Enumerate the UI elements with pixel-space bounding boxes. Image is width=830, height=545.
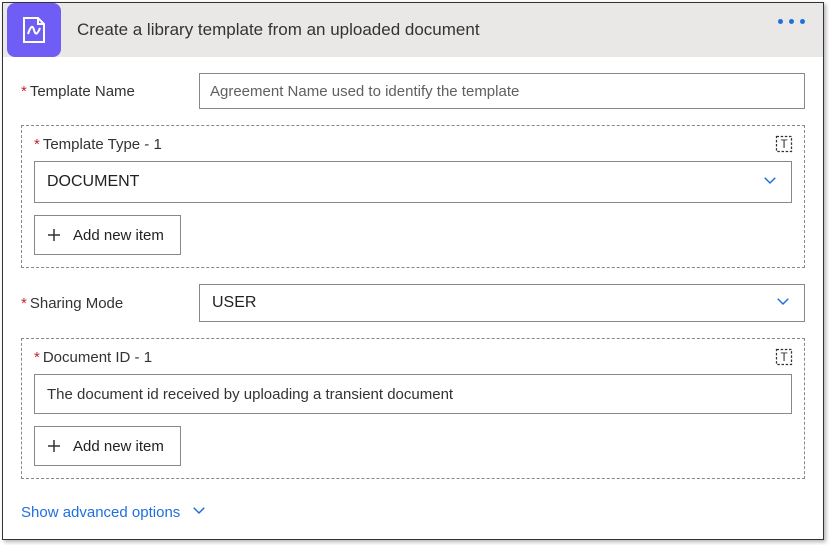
template-name-label: *Template Name: [21, 83, 199, 100]
chevron-down-icon: [190, 501, 208, 523]
sharing-mode-value: USER: [212, 294, 256, 312]
action-card: Create a library template from an upload…: [2, 2, 824, 540]
adobe-acrobat-icon: [7, 3, 61, 57]
sharing-mode-label: *Sharing Mode: [21, 295, 199, 312]
collapse-array-icon[interactable]: T: [774, 134, 794, 159]
more-options-icon[interactable]: [778, 19, 805, 24]
template-type-value: DOCUMENT: [47, 173, 139, 191]
sharing-mode-row: *Sharing Mode USER: [21, 284, 805, 322]
document-id-label: *Document ID - 1: [34, 349, 792, 366]
template-name-input[interactable]: [199, 73, 805, 109]
required-asterisk: *: [21, 83, 27, 100]
document-id-group: *Document ID - 1 T The document id recei…: [21, 338, 805, 479]
collapse-array-icon[interactable]: T: [774, 347, 794, 372]
plus-icon: [45, 437, 63, 455]
template-name-row: *Template Name: [21, 73, 805, 109]
required-asterisk: *: [34, 349, 40, 366]
svg-text:T: T: [780, 351, 787, 364]
add-template-type-button[interactable]: Add new item: [34, 215, 181, 255]
show-advanced-options-link[interactable]: Show advanced options: [21, 501, 208, 523]
card-title: Create a library template from an upload…: [77, 20, 480, 40]
chevron-down-icon: [761, 171, 779, 194]
template-type-select[interactable]: DOCUMENT: [34, 161, 792, 203]
sharing-mode-select[interactable]: USER: [199, 284, 805, 322]
template-type-label: *Template Type - 1: [34, 136, 792, 153]
plus-icon: [45, 226, 63, 244]
required-asterisk: *: [21, 295, 27, 312]
card-body: *Template Name *Template Type - 1 T DOCU…: [3, 57, 823, 539]
add-document-id-button[interactable]: Add new item: [34, 426, 181, 466]
svg-text:T: T: [780, 138, 787, 151]
card-header: Create a library template from an upload…: [3, 3, 823, 57]
template-type-group: *Template Type - 1 T DOCUMENT Add new it…: [21, 125, 805, 268]
chevron-down-icon: [774, 292, 792, 315]
document-id-input[interactable]: The document id received by uploading a …: [34, 374, 792, 414]
required-asterisk: *: [34, 136, 40, 153]
